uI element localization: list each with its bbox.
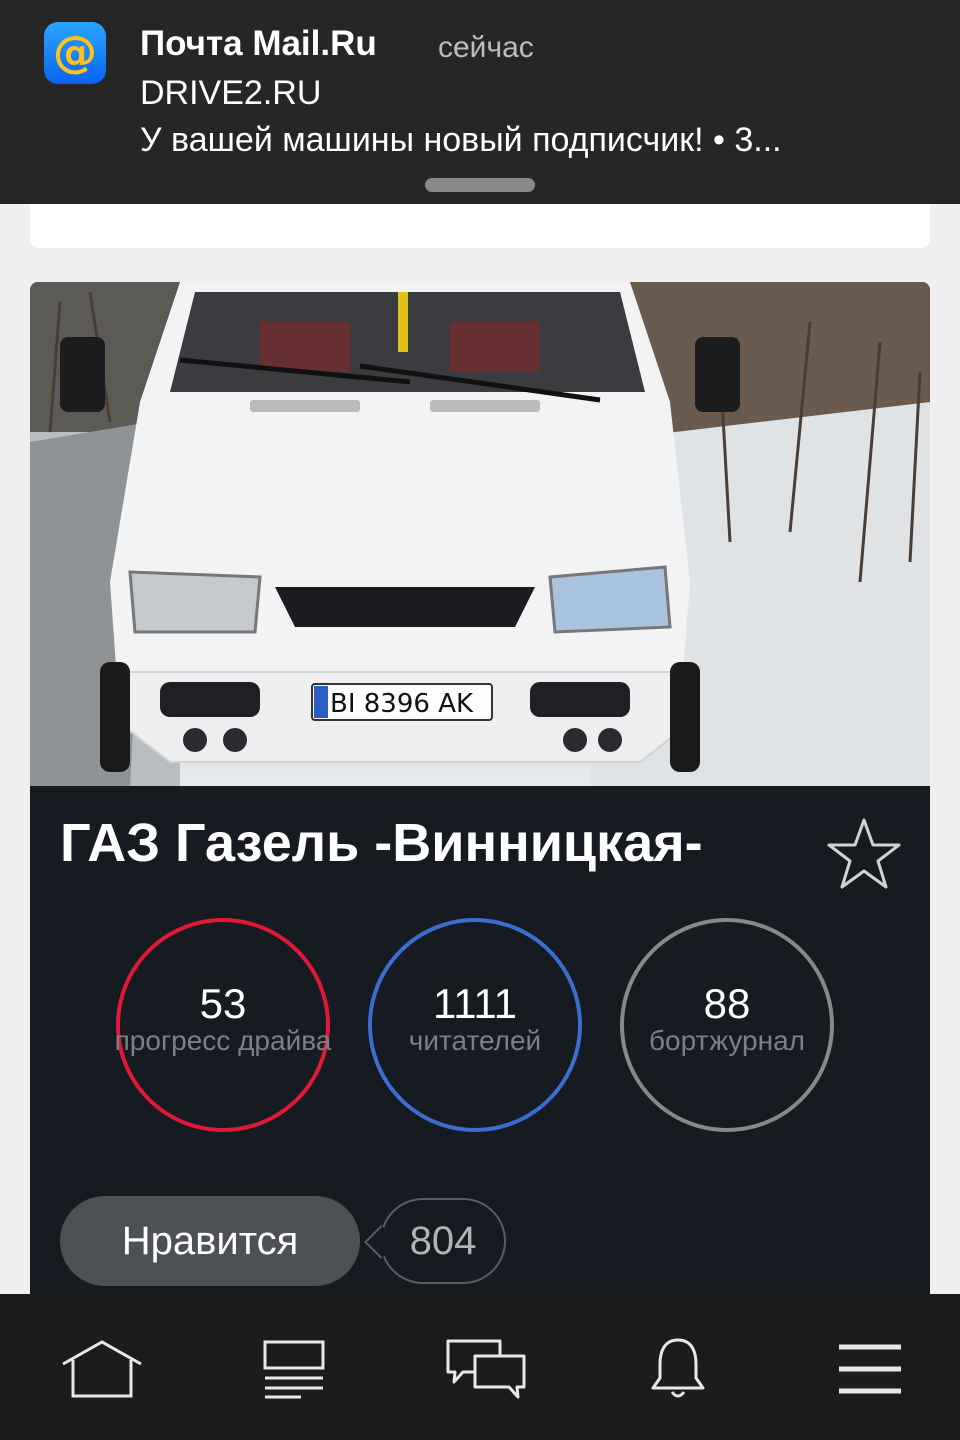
license-plate-text: BI 8396 AK (330, 689, 474, 719)
feed-icon (263, 1340, 325, 1399)
like-button[interactable]: Нравится (60, 1196, 360, 1286)
stat-value: 88 (703, 980, 751, 1027)
stat-label: бортжурнал (649, 1025, 805, 1056)
stat-label: прогресс драйва (114, 1025, 332, 1056)
tab-menu[interactable] (825, 1334, 915, 1404)
notification-app-name: Почта Mail.Ru (140, 24, 377, 63)
tab-home[interactable] (57, 1334, 147, 1404)
bell-icon (651, 1338, 705, 1398)
car-photo[interactable]: BI 8396 AK (30, 282, 930, 786)
like-count: 804 (409, 1218, 477, 1263)
messages-icon (446, 1339, 526, 1399)
like-count-badge: 804 (380, 1198, 506, 1284)
car-card: BI 8396 AK ГАЗ Газель -Винницкая- 53 про… (30, 282, 930, 1294)
stat-label: читателей (408, 1025, 542, 1056)
notification-banner[interactable]: @ Почта Mail.Ru сейчас DRIVE2.RU У вашей… (0, 0, 960, 204)
notification-message: У вашей машины новый подписчик! • 3... (140, 121, 782, 159)
bottom-tab-bar (0, 1294, 960, 1440)
home-icon (62, 1340, 142, 1398)
mail-app-icon: @ (44, 22, 106, 84)
car-title[interactable]: ГАЗ Газель -Винницкая- (60, 812, 703, 874)
tab-messages[interactable] (441, 1334, 531, 1404)
notification-time: сейчас (438, 31, 534, 64)
menu-icon (839, 1344, 901, 1394)
tab-feed[interactable] (249, 1334, 339, 1404)
tab-notifications[interactable] (633, 1334, 723, 1404)
stat-logbook[interactable]: 88 бортжурнал (620, 918, 834, 1132)
stat-drive-progress[interactable]: 53 прогресс драйва (115, 918, 331, 1132)
stat-readers[interactable]: 1111 читателей (368, 918, 582, 1132)
notification-grabber[interactable] (425, 178, 535, 192)
notification-sender: DRIVE2.RU (140, 74, 322, 112)
stat-value: 53 (199, 980, 247, 1027)
star-icon[interactable] (826, 816, 902, 892)
stat-value: 1111 (432, 980, 518, 1027)
